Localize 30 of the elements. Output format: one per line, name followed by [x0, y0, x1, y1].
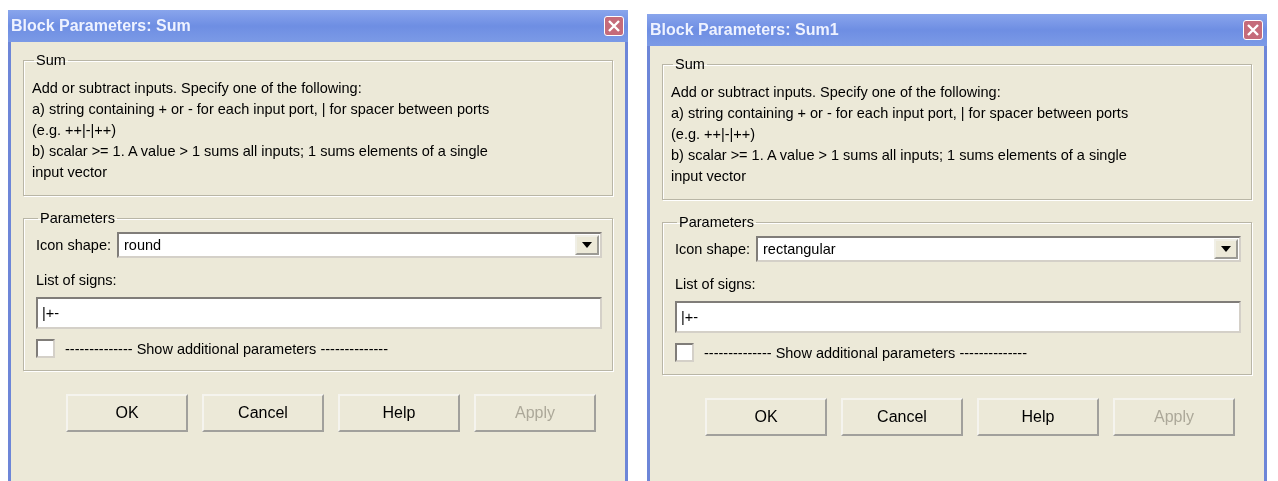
- group-title: Sum: [674, 56, 706, 72]
- description-text: Add or subtract inputs. Specify one of the following: a) string containing + or - for each input port, | for spacer between ports (e.g. ++|-|++) b) scalar >= 1. A value > 1 sums all inputs; 1 sums elements of a single input vector: [671, 83, 1130, 186]
- icon-shape-dropdown[interactable]: rectangular: [756, 236, 1241, 262]
- checkbox[interactable]: [675, 343, 694, 362]
- window-title: Block Parameters: Sum1: [650, 21, 839, 39]
- checkbox-label: -------------- Show additional parameters --------------: [704, 344, 1027, 361]
- close-button[interactable]: [604, 16, 624, 36]
- field-label: Icon shape:: [36, 237, 111, 253]
- window-title: Block Parameters: Sum: [11, 17, 191, 35]
- close-button[interactable]: [1243, 20, 1263, 40]
- field-label: Icon shape:: [675, 241, 750, 257]
- field-label: List of signs:: [36, 272, 118, 288]
- field-label: List of signs:: [675, 276, 757, 292]
- dialog-button[interactable]: OK: [705, 398, 827, 436]
- description-text: Add or subtract inputs. Specify one of the following: a) string containing + or - for each input port, | for spacer between ports (e.g. ++|-|++) b) scalar >= 1. A value > 1 sums all inputs; 1 sums elements of a single input vector: [32, 79, 491, 182]
- dialog-button[interactable]: Cancel: [841, 398, 963, 436]
- checkbox-label: -------------- Show additional parameters --------------: [65, 340, 388, 357]
- icon-shape-dropdown[interactable]: round: [117, 232, 602, 258]
- dialog-button[interactable]: Cancel: [202, 394, 324, 432]
- dialog-button[interactable]: Help: [338, 394, 460, 432]
- input-field[interactable]: |+-: [675, 301, 1241, 333]
- dialog-button[interactable]: Help: [977, 398, 1099, 436]
- close-icon: [1246, 23, 1260, 37]
- group-title: Parameters: [39, 210, 116, 226]
- group-title: Parameters: [678, 214, 755, 230]
- group-title: Sum: [35, 52, 67, 68]
- dialog-button[interactable]: OK: [66, 394, 188, 432]
- input-field[interactable]: |+-: [36, 297, 602, 329]
- close-icon: [607, 19, 621, 33]
- checkbox[interactable]: [36, 339, 55, 358]
